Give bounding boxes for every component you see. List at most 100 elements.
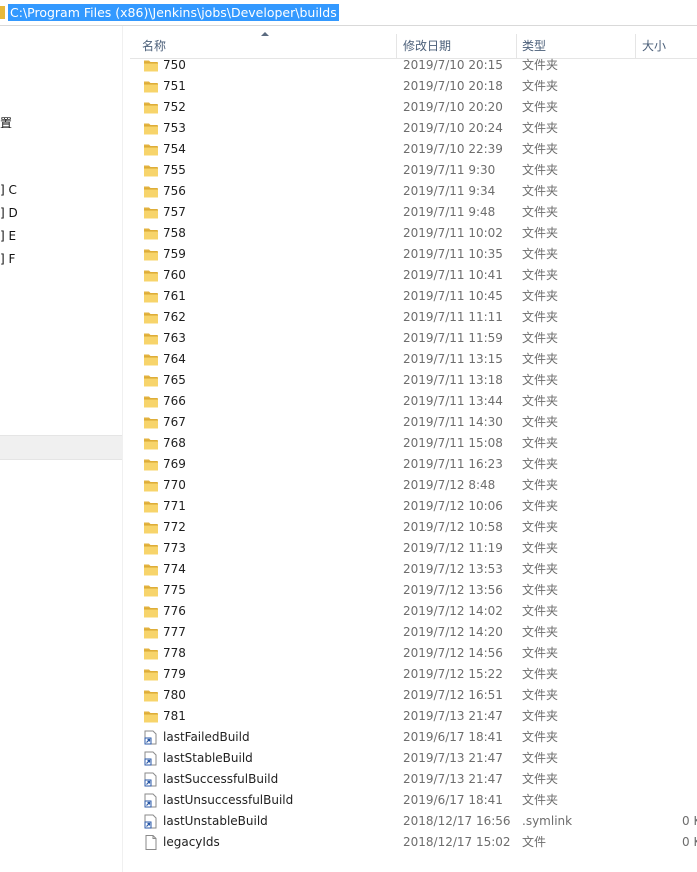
file-row[interactable]: 759 2019/7/11 10:35 文件夹 (130, 244, 697, 265)
folder-icon (143, 184, 159, 199)
shortcut-icon (143, 730, 159, 745)
file-row[interactable]: 755 2019/7/11 9:30 文件夹 (130, 160, 697, 181)
file-date: 2019/6/17 18:41 (403, 730, 503, 744)
file-row[interactable]: lastFailedBuild 2019/6/17 18:41 文件夹 (130, 727, 697, 748)
file-type: 文件夹 (522, 205, 559, 219)
folder-icon (143, 373, 159, 388)
column-name-label: 名称 (142, 39, 167, 53)
nav-item-drive-c[interactable]: ] C (0, 183, 17, 197)
folder-icon (143, 667, 159, 682)
folder-icon (143, 562, 159, 577)
folder-icon (143, 268, 159, 283)
file-row[interactable]: 772 2019/7/12 10:58 文件夹 (130, 517, 697, 538)
folder-icon (143, 625, 159, 640)
nav-item-settings[interactable]: 置 (0, 114, 12, 131)
file-name: 757 (163, 205, 186, 219)
file-name: 756 (163, 184, 186, 198)
file-date: 2018/12/17 15:02 (403, 835, 511, 849)
file-row[interactable]: 763 2019/7/11 11:59 文件夹 (130, 328, 697, 349)
file-row[interactable]: 766 2019/7/11 13:44 文件夹 (130, 391, 697, 412)
file-row[interactable]: lastUnstableBuild 2018/12/17 16:56 .symlin… (130, 811, 697, 832)
file-row[interactable]: 777 2019/7/12 14:20 文件夹 (130, 622, 697, 643)
file-row[interactable]: 754 2019/7/10 22:39 文件夹 (130, 139, 697, 160)
file-type: 文件夹 (522, 415, 559, 429)
nav-item-drive-f[interactable]: ] F (0, 252, 15, 266)
nav-item-selected[interactable] (0, 435, 122, 460)
file-type: 文件夹 (522, 772, 559, 786)
file-name: 758 (163, 226, 186, 240)
folder-icon (0, 6, 5, 19)
file-name: 779 (163, 667, 186, 681)
file-row[interactable]: 780 2019/7/12 16:51 文件夹 (130, 685, 697, 706)
file-name: lastUnstableBuild (163, 814, 268, 828)
folder-icon (143, 583, 159, 598)
shortcut-icon (143, 793, 159, 808)
file-row[interactable]: 757 2019/7/11 9:48 文件夹 (130, 202, 697, 223)
file-row[interactable]: 752 2019/7/10 20:20 文件夹 (130, 97, 697, 118)
file-name: 762 (163, 310, 186, 324)
file-row[interactable]: 773 2019/7/12 11:19 文件夹 (130, 538, 697, 559)
file-icon (143, 835, 159, 850)
file-row[interactable]: 764 2019/7/11 13:15 文件夹 (130, 349, 697, 370)
file-row[interactable]: 768 2019/7/11 15:08 文件夹 (130, 433, 697, 454)
file-type: 文件夹 (522, 247, 559, 261)
file-row[interactable]: 758 2019/7/11 10:02 文件夹 (130, 223, 697, 244)
file-row[interactable]: 781 2019/7/13 21:47 文件夹 (130, 706, 697, 727)
file-name: 778 (163, 646, 186, 660)
file-type: 文件夹 (522, 121, 559, 135)
file-date: 2019/7/10 22:39 (403, 142, 503, 156)
file-row[interactable]: 771 2019/7/12 10:06 文件夹 (130, 496, 697, 517)
file-row[interactable]: lastUnsuccessfulBuild 2019/6/17 18:41 文件夹 (130, 790, 697, 811)
file-row[interactable]: 756 2019/7/11 9:34 文件夹 (130, 181, 697, 202)
file-date: 2019/7/11 13:18 (403, 373, 503, 387)
file-row[interactable]: 761 2019/7/11 10:45 文件夹 (130, 286, 697, 307)
file-name: 754 (163, 142, 186, 156)
file-row[interactable]: 776 2019/7/12 14:02 文件夹 (130, 601, 697, 622)
file-name: 772 (163, 520, 186, 534)
folder-icon (143, 604, 159, 619)
file-date: 2019/7/12 10:58 (403, 520, 503, 534)
file-row[interactable]: 774 2019/7/12 13:53 文件夹 (130, 559, 697, 580)
file-name: lastSuccessfulBuild (163, 772, 279, 786)
file-type: 文件夹 (522, 58, 559, 72)
file-type: 文件夹 (522, 142, 559, 156)
file-date: 2019/7/11 9:30 (403, 163, 496, 177)
file-row[interactable]: lastSuccessfulBuild 2019/7/13 21:47 文件夹 (130, 769, 697, 790)
file-row[interactable]: lastStableBuild 2019/7/13 21:47 文件夹 (130, 748, 697, 769)
column-date-label: 修改日期 (403, 39, 452, 53)
folder-icon (143, 121, 159, 136)
nav-item-drive-e[interactable]: ] E (0, 229, 16, 243)
file-name: 767 (163, 415, 186, 429)
file-row[interactable]: 775 2019/7/12 13:56 文件夹 (130, 580, 697, 601)
file-date: 2019/7/11 9:48 (403, 205, 496, 219)
file-date: 2018/12/17 16:56 (403, 814, 511, 828)
folder-icon (143, 79, 159, 94)
file-date: 2019/7/11 11:59 (403, 331, 503, 345)
file-row[interactable]: 769 2019/7/11 16:23 文件夹 (130, 454, 697, 475)
file-row[interactable]: 767 2019/7/11 14:30 文件夹 (130, 412, 697, 433)
file-type: 文件夹 (522, 730, 559, 744)
file-name: 770 (163, 478, 186, 492)
nav-item-drive-d[interactable]: ] D (0, 206, 18, 220)
file-row[interactable]: 760 2019/7/11 10:41 文件夹 (130, 265, 697, 286)
file-date: 2019/7/12 16:51 (403, 688, 503, 702)
file-type: 文件夹 (522, 289, 559, 303)
file-row[interactable]: 765 2019/7/11 13:18 文件夹 (130, 370, 697, 391)
file-row[interactable]: 770 2019/7/12 8:48 文件夹 (130, 475, 697, 496)
file-name: 755 (163, 163, 186, 177)
address-input[interactable]: C:\Program Files (x86)\Jenkins\jobs\Deve… (8, 4, 339, 21)
pane-splitter[interactable] (122, 26, 123, 872)
file-row[interactable]: legacyIds 2018/12/17 15:02 文件 0 K (130, 832, 697, 853)
file-name: 761 (163, 289, 186, 303)
file-row[interactable]: 778 2019/7/12 14:56 文件夹 (130, 643, 697, 664)
folder-icon (143, 499, 159, 514)
file-row[interactable]: 762 2019/7/11 11:11 文件夹 (130, 307, 697, 328)
file-type: 文件夹 (522, 331, 559, 345)
file-name: 771 (163, 499, 186, 513)
file-row[interactable]: 753 2019/7/10 20:24 文件夹 (130, 118, 697, 139)
folder-icon (143, 352, 159, 367)
file-row[interactable]: 751 2019/7/10 20:18 文件夹 (130, 76, 697, 97)
file-date: 2019/7/11 10:35 (403, 247, 503, 261)
file-row[interactable]: 779 2019/7/12 15:22 文件夹 (130, 664, 697, 685)
file-row[interactable]: 750 2019/7/10 20:15 文件夹 (130, 55, 697, 76)
